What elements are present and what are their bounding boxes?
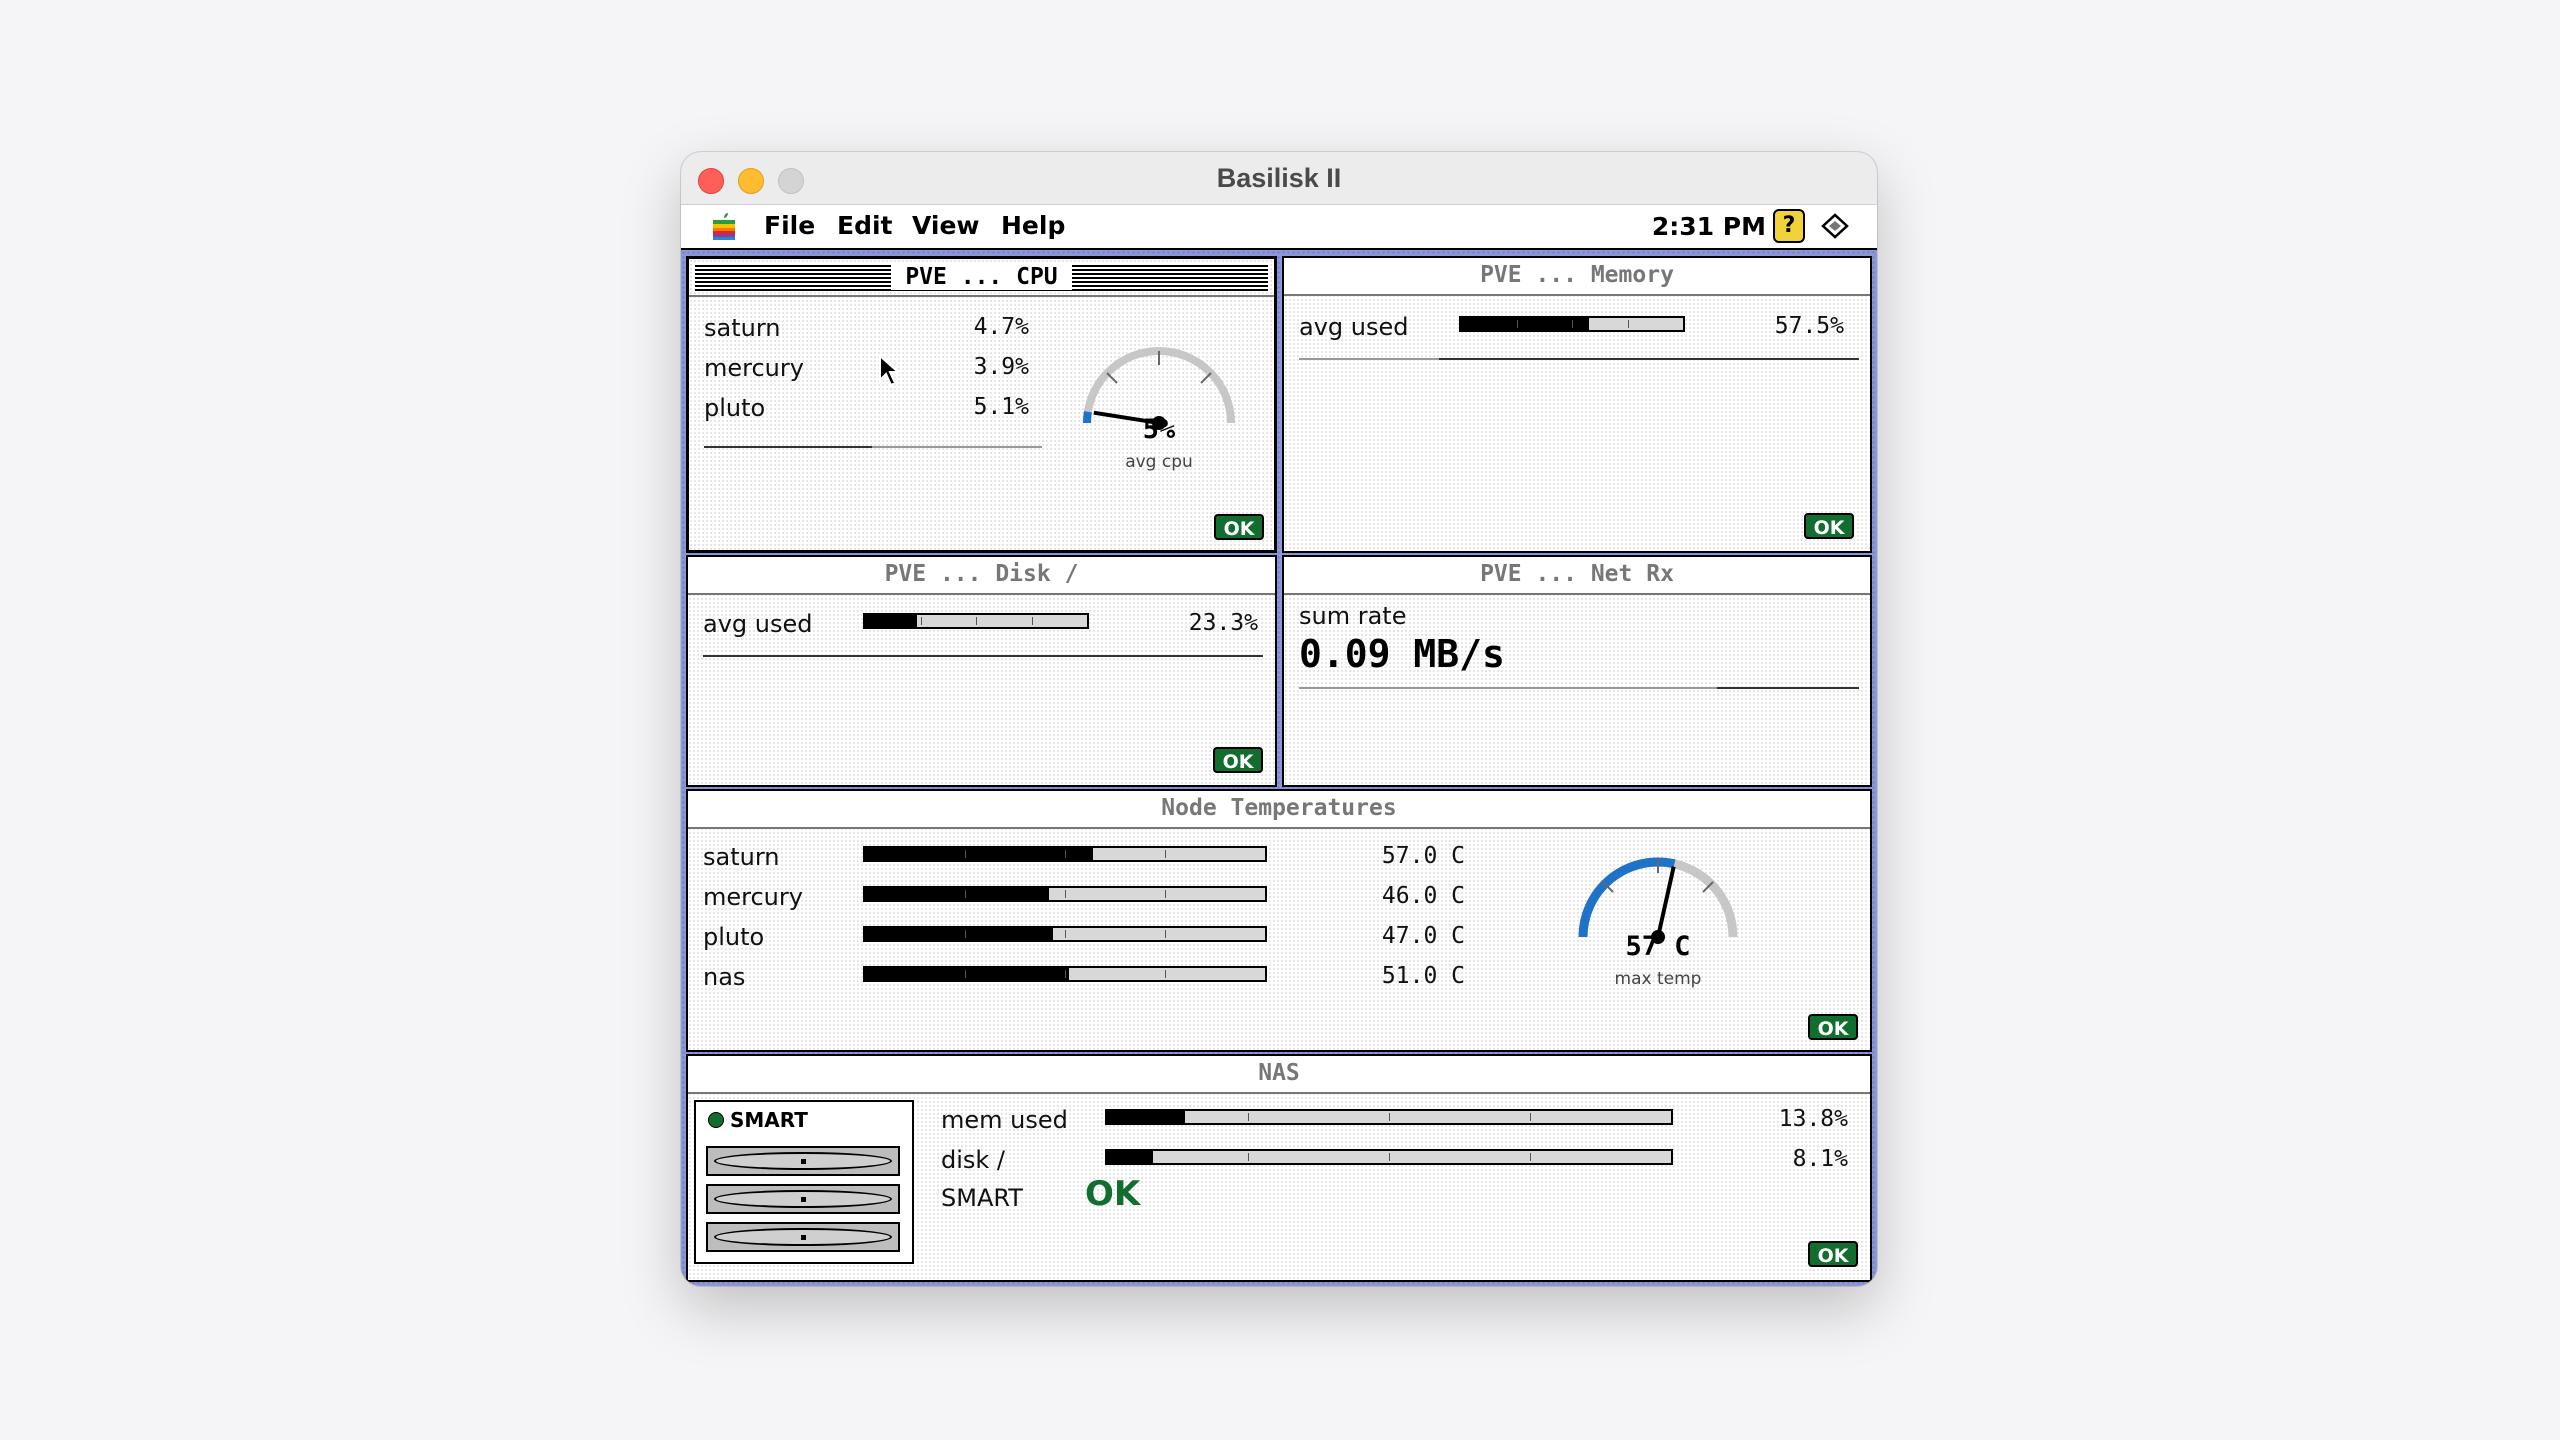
cpu-gauge-value: 5% [1142, 414, 1176, 445]
nas-row-name: mem used [941, 1106, 1068, 1134]
menu-view[interactable]: View [912, 211, 980, 240]
ok-button[interactable]: OK [1808, 1014, 1858, 1040]
temp-bar [863, 886, 1267, 902]
temps-panel-title[interactable]: Node Temperatures [688, 791, 1870, 829]
drive-bay-icon [706, 1222, 900, 1252]
memory-panel-title[interactable]: PVE ... Memory [1284, 258, 1870, 296]
cpu-row-value: 3.9% [973, 354, 1029, 380]
cpu-panel[interactable]: PVE ... CPU saturn 4.7% mercury 3.9% plu… [686, 256, 1277, 553]
separator [1299, 358, 1859, 360]
nas-row-name: disk / [941, 1146, 1006, 1174]
temp-row-name: pluto [703, 923, 765, 951]
menu-file[interactable]: File [764, 211, 815, 240]
nas-row-value: 13.8% [1778, 1106, 1848, 1132]
cpu-row-name: pluto [704, 394, 766, 422]
temp-row-value: 46.0 C [1381, 883, 1465, 909]
memory-label: avg used [1299, 313, 1409, 341]
menubar-clock[interactable]: 2:31 PM [1652, 212, 1766, 241]
cpu-row-value: 4.7% [973, 314, 1029, 340]
separator [703, 655, 1263, 657]
disk-panel-title[interactable]: PVE ... Disk / [688, 557, 1275, 595]
cpu-panel-title[interactable]: PVE ... CPU [689, 259, 1274, 297]
apple-icon[interactable] [711, 211, 737, 241]
cpu-row-name: mercury [704, 354, 804, 382]
ok-button[interactable]: OK [1214, 514, 1264, 540]
temp-row-value: 47.0 C [1381, 923, 1465, 949]
temp-bar [863, 926, 1267, 942]
cpu-row-value: 5.1% [973, 394, 1029, 420]
nas-panel[interactable]: NAS SMART mem used 13.8% disk /8.1% SMART … [686, 1054, 1872, 1282]
nas-row-value: 8.1% [1792, 1146, 1848, 1172]
disk-panel[interactable]: PVE ... Disk / avg used 23.3% OK [686, 555, 1277, 787]
menubar: File Edit View Help 2:31 PM ? [681, 205, 1877, 250]
ok-button[interactable]: OK [1808, 1241, 1858, 1267]
separator [704, 446, 1042, 448]
memory-value: 57.5% [1774, 313, 1844, 339]
emulator-window: Basilisk II File Edit View Help 2:31 PM … [681, 152, 1877, 1286]
window-title: Basilisk II [1216, 163, 1342, 193]
temp-row-name: nas [703, 963, 746, 991]
temp-row-value: 51.0 C [1381, 963, 1465, 989]
temp-bar [863, 966, 1267, 982]
drive-bay-icon [706, 1184, 900, 1214]
memory-bar [1459, 316, 1685, 332]
temp-gauge-label: max temp [1614, 969, 1702, 989]
temp-row-value: 57.0 C [1381, 843, 1465, 869]
temp-bar [863, 846, 1267, 862]
mouse-pointer-icon [879, 354, 900, 387]
temp-row-name: saturn [703, 843, 780, 871]
disk-label: avg used [703, 610, 813, 638]
mac-desktop: File Edit View Help 2:31 PM ? PVE ... CP… [681, 205, 1877, 1286]
net-rate: 0.09 MB/s [1299, 632, 1505, 676]
menu-edit[interactable]: Edit [837, 211, 893, 240]
ok-button[interactable]: OK [1213, 747, 1263, 773]
net-panel-title[interactable]: PVE ... Net Rx [1284, 557, 1870, 595]
temps-panel[interactable]: Node Temperatures saturn 57.0 C mercury 46.… [686, 789, 1872, 1052]
separator [1299, 687, 1859, 689]
cpu-row-name: saturn [704, 314, 781, 342]
memory-panel[interactable]: PVE ... Memory avg used 57.5% OK [1282, 256, 1872, 553]
temp-row-name: mercury [703, 883, 803, 911]
nas-panel-title[interactable]: NAS [688, 1056, 1870, 1094]
smart-badge: SMART [730, 1108, 808, 1132]
nas-drive-icon: SMART [694, 1100, 914, 1264]
help-icon[interactable]: ? [1773, 209, 1805, 243]
net-label: sum rate [1299, 602, 1407, 630]
nas-smart-value: OK [1085, 1174, 1141, 1214]
ok-button[interactable]: OK [1804, 513, 1854, 539]
finder-icon[interactable] [1819, 212, 1851, 240]
cpu-gauge-label: avg cpu [1125, 452, 1193, 472]
disk-bar [863, 613, 1089, 629]
menu-help[interactable]: Help [1001, 211, 1065, 240]
smart-status-icon [708, 1112, 724, 1128]
nas-smart-label: SMART [941, 1184, 1023, 1212]
net-panel[interactable]: PVE ... Net Rx sum rate 0.09 MB/s [1282, 555, 1872, 787]
disk-value: 23.3% [1188, 610, 1258, 636]
nas-bar [1105, 1109, 1673, 1125]
nas-bar [1105, 1149, 1673, 1165]
titlebar[interactable]: Basilisk II [681, 152, 1877, 205]
drive-bay-icon [706, 1146, 900, 1176]
temp-gauge-value: 57 C [1625, 931, 1691, 962]
